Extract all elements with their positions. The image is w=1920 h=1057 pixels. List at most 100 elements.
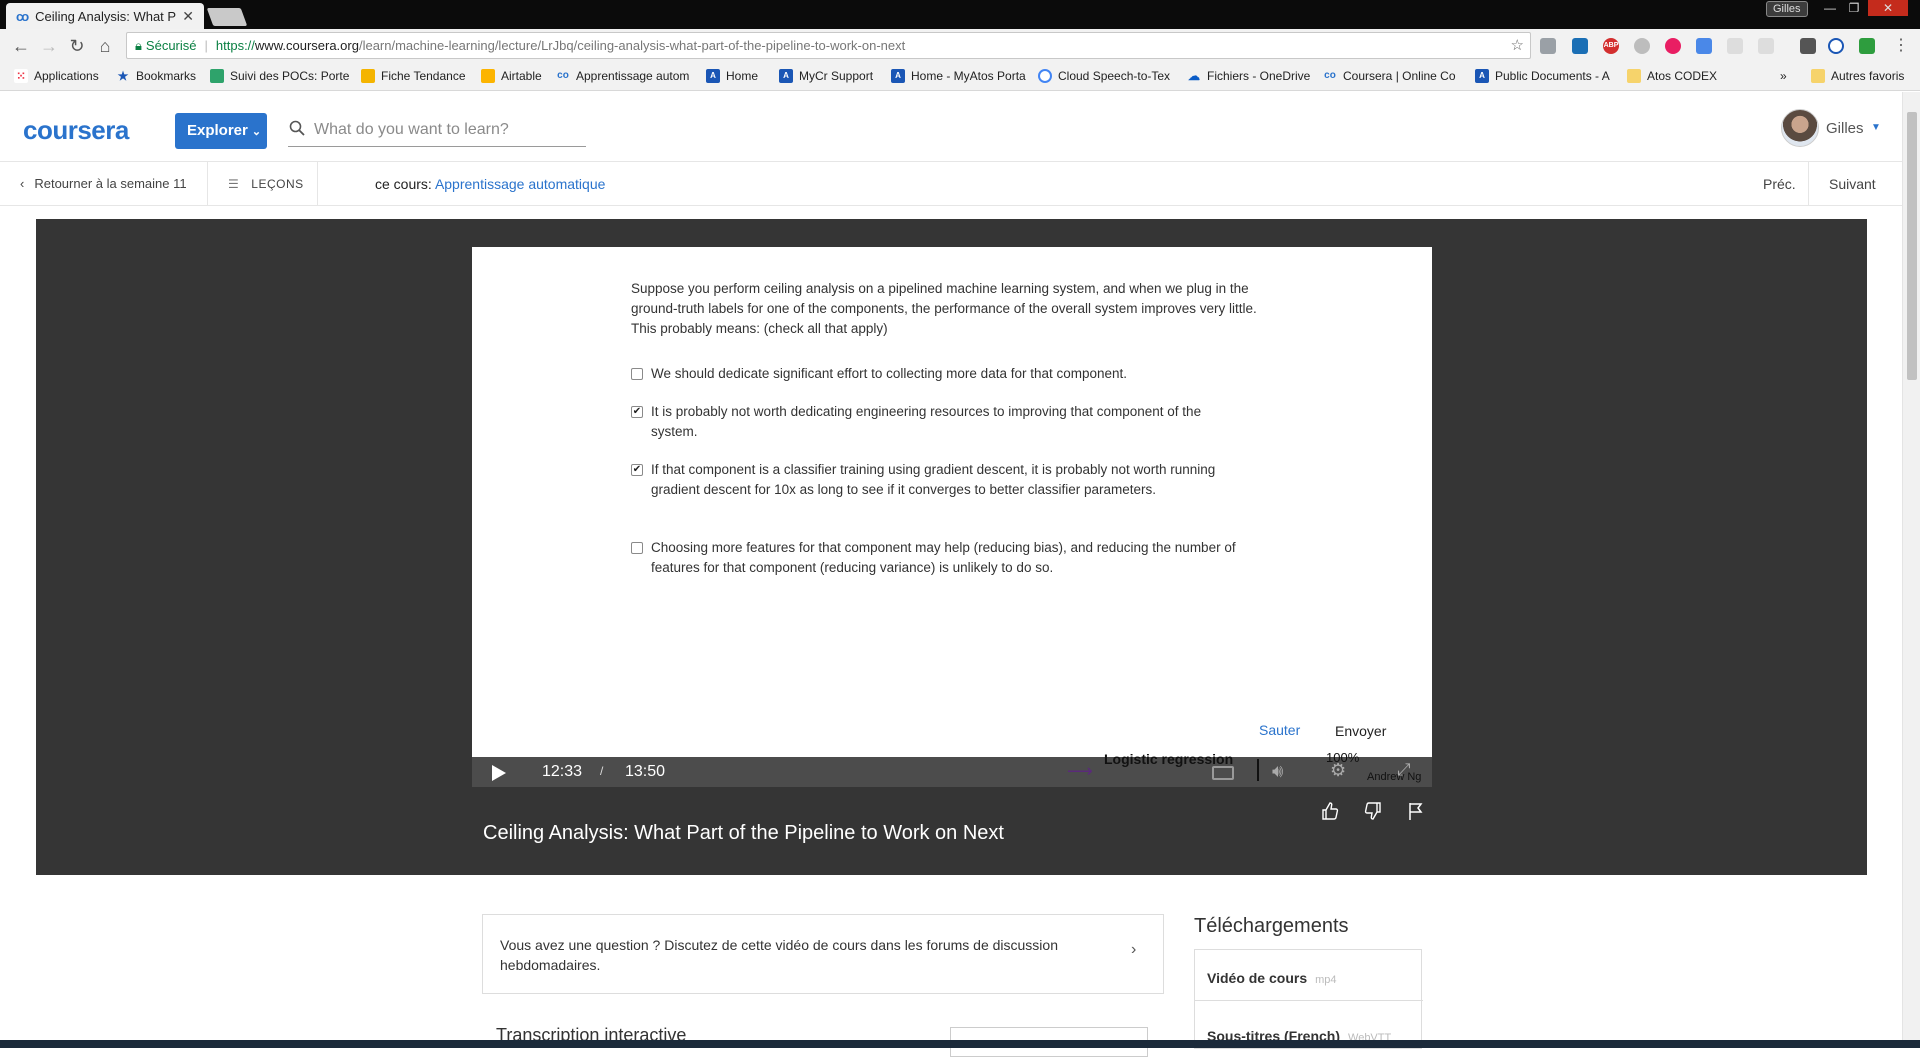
url-host: www.coursera.org bbox=[254, 38, 359, 53]
menu-icon[interactable]: ⋮ bbox=[1890, 35, 1912, 57]
quiz-option[interactable]: Choosing more features for that componen… bbox=[631, 538, 1251, 578]
extension-icon[interactable] bbox=[1665, 38, 1681, 54]
extension-icon[interactable] bbox=[1800, 38, 1816, 54]
page-scrollbar[interactable] bbox=[1902, 92, 1920, 1040]
back-arrow-icon[interactable]: ← bbox=[10, 35, 32, 57]
atos-icon: A bbox=[891, 69, 905, 83]
quiz-option[interactable]: ✔ If that component is a classifier trai… bbox=[631, 460, 1251, 500]
block-icon[interactable] bbox=[1828, 38, 1844, 54]
previous-button[interactable]: Préc. bbox=[1763, 176, 1796, 192]
checkbox-checked[interactable]: ✔ bbox=[631, 464, 643, 476]
atos-icon: A bbox=[779, 69, 793, 83]
course-link[interactable]: Apprentissage automatique bbox=[435, 176, 605, 192]
adblock-icon[interactable]: ABP bbox=[1603, 38, 1619, 54]
extension-icon[interactable] bbox=[1859, 38, 1875, 54]
coursera-logo[interactable]: coursera bbox=[23, 115, 129, 146]
option-text: Choosing more features for that componen… bbox=[651, 540, 1236, 575]
user-name[interactable]: Gilles bbox=[1826, 120, 1864, 137]
explore-button[interactable]: Explorer ⌄ bbox=[175, 113, 267, 149]
bookmark-label: Coursera | Online Co bbox=[1343, 69, 1456, 83]
search-bar bbox=[288, 115, 586, 147]
bookmark-item[interactable]: co Coursera | Online Co bbox=[1323, 69, 1456, 83]
bookmark-item[interactable]: ☁ Fichiers - OneDrive bbox=[1187, 69, 1310, 83]
bookmark-label: Applications bbox=[34, 69, 99, 83]
download-item[interactable]: Vidéo de cours mp4 bbox=[1207, 970, 1337, 986]
volume-icon[interactable]: 🔊︎ bbox=[1272, 761, 1283, 782]
discussion-prompt[interactable]: Vous avez une question ? Discutez de cet… bbox=[482, 914, 1164, 994]
thumbs-up-icon[interactable] bbox=[1319, 801, 1341, 823]
bookmark-label: MyCr Support bbox=[799, 69, 874, 83]
bookmark-item[interactable]: ⁙ Applications bbox=[14, 69, 99, 83]
bookmarks-overflow[interactable]: » bbox=[1780, 69, 1787, 83]
onedrive-icon: ☁ bbox=[1188, 69, 1200, 83]
restore-icon[interactable]: ❐ bbox=[1842, 0, 1866, 16]
bookmark-item[interactable]: ★ Bookmarks bbox=[116, 69, 196, 83]
downloads-title: Téléchargements bbox=[1194, 915, 1349, 937]
forward-arrow-icon[interactable]: → bbox=[38, 35, 60, 57]
close-tab-icon[interactable]: ✕ bbox=[182, 8, 194, 25]
checkbox[interactable] bbox=[631, 542, 643, 554]
address-bar[interactable]: 🔒︎ Sécurisé | https://www.coursera.org/lear… bbox=[126, 32, 1531, 59]
other-bookmarks[interactable]: Autres favoris bbox=[1811, 69, 1904, 83]
back-label: Retourner à la semaine 11 bbox=[34, 176, 187, 191]
bookmark-item[interactable]: Atos CODEX bbox=[1627, 69, 1717, 83]
minimize-icon[interactable]: — bbox=[1818, 0, 1842, 16]
extension-icon[interactable] bbox=[1727, 38, 1743, 54]
flag-icon[interactable] bbox=[1405, 801, 1427, 823]
bookmark-item[interactable]: Cloud Speech-to-Tex bbox=[1038, 69, 1170, 83]
thumbs-down-icon[interactable] bbox=[1362, 801, 1384, 823]
fullscreen-icon[interactable]: ⤢ bbox=[1397, 760, 1411, 780]
bookmark-label: Suivi des POCs: Porte bbox=[230, 69, 350, 83]
lessons-button[interactable]: ☰ LEÇONS bbox=[208, 162, 318, 206]
page-icon bbox=[210, 69, 224, 83]
extension-icon[interactable] bbox=[1572, 38, 1588, 54]
bookmark-item[interactable]: A Home bbox=[706, 69, 758, 83]
bookmark-item[interactable]: A Public Documents - A bbox=[1475, 69, 1610, 83]
extension-icon[interactable] bbox=[1758, 38, 1774, 54]
caret-down-icon[interactable]: ▼ bbox=[1871, 122, 1881, 133]
scrollbar-thumb[interactable] bbox=[1907, 112, 1917, 380]
close-window-icon[interactable]: ✕ bbox=[1868, 0, 1908, 16]
home-icon[interactable]: ⌂ bbox=[94, 35, 116, 57]
captions-icon[interactable] bbox=[1212, 766, 1234, 780]
option-text: We should dedicate significant effort to… bbox=[651, 366, 1128, 381]
star-icon[interactable]: ☆ bbox=[1511, 33, 1524, 58]
download-format: mp4 bbox=[1315, 974, 1337, 986]
list-icon: ☰ bbox=[228, 177, 240, 191]
play-icon[interactable] bbox=[492, 765, 506, 781]
in-video-quiz: Suppose you perform ceiling analysis on … bbox=[472, 247, 1432, 757]
apps-grid-icon: ⁙ bbox=[14, 69, 28, 83]
new-tab-button[interactable] bbox=[206, 8, 248, 26]
tab-ceiling-analysis[interactable]: co Ceiling Analysis: What Pa ✕ bbox=[6, 3, 204, 30]
bookmark-item[interactable]: Airtable bbox=[481, 69, 542, 83]
reload-icon[interactable]: ↻ bbox=[66, 35, 88, 57]
bookmarks-bar: ⁙ Applications ★ Bookmarks Suivi des POCs:… bbox=[0, 63, 1920, 91]
bookmark-label: Cloud Speech-to-Tex bbox=[1058, 69, 1171, 83]
gear-icon[interactable]: ⚙ bbox=[1330, 760, 1346, 781]
checkbox-checked[interactable]: ✔ bbox=[631, 406, 643, 418]
skip-button[interactable]: Sauter bbox=[1259, 722, 1300, 738]
checkbox[interactable] bbox=[631, 368, 643, 380]
secure-label: Sécurisé bbox=[145, 38, 197, 53]
translate-icon[interactable] bbox=[1696, 38, 1712, 54]
current-time: 12:33 bbox=[542, 763, 583, 780]
next-button[interactable]: Suivant bbox=[1829, 176, 1876, 192]
bookmark-item[interactable]: Fiche Tendance bbox=[361, 69, 466, 83]
bookmark-item[interactable]: A MyCr Support bbox=[779, 69, 873, 83]
quiz-option[interactable]: We should dedicate significant effort to… bbox=[631, 364, 1251, 384]
extension-icon[interactable] bbox=[1540, 38, 1556, 54]
atos-icon: A bbox=[1475, 69, 1489, 83]
profile-chip[interactable]: Gilles bbox=[1766, 1, 1808, 17]
discussion-text: Vous avez une question ? Discutez de cet… bbox=[500, 937, 1058, 973]
extension-icon[interactable] bbox=[1634, 38, 1650, 54]
search-input[interactable] bbox=[314, 115, 584, 145]
back-to-week-link[interactable]: ‹ Retourner à la semaine 11 bbox=[0, 162, 208, 206]
bookmark-item[interactable]: Suivi des POCs: Porte bbox=[210, 69, 349, 83]
bookmark-item[interactable]: co Apprentissage autom bbox=[556, 69, 689, 83]
bookmark-item[interactable]: A Home - MyAtos Porta bbox=[891, 69, 1026, 83]
quiz-option[interactable]: ✔ It is probably not worth dedicating en… bbox=[631, 402, 1251, 442]
lessons-label: LEÇONS bbox=[251, 177, 304, 191]
submit-button[interactable]: Envoyer bbox=[1335, 723, 1386, 739]
avatar[interactable] bbox=[1781, 109, 1819, 147]
nav-divider bbox=[1808, 162, 1809, 206]
